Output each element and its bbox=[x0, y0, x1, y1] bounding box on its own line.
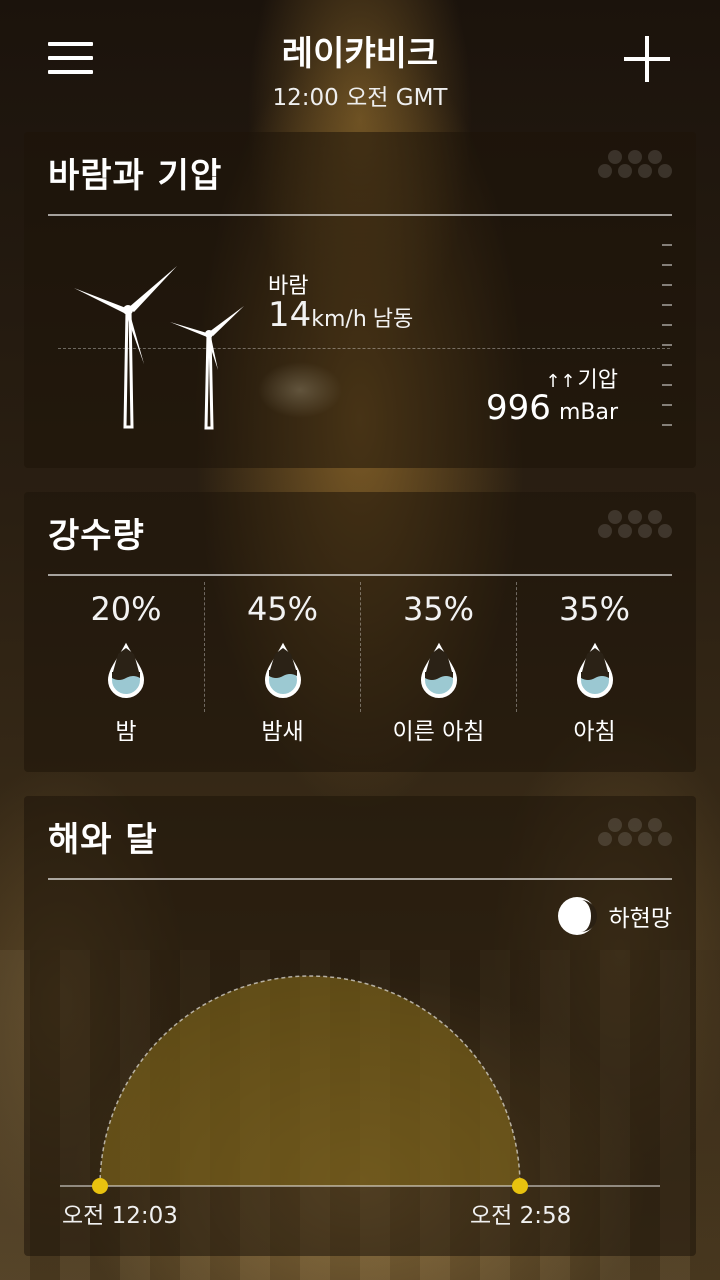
wind-turbine-icon bbox=[74, 266, 177, 429]
sunset-marker bbox=[512, 1178, 528, 1194]
wind-unit: km/h bbox=[311, 307, 367, 332]
pressure-unit: mBar bbox=[558, 400, 618, 425]
app-header: 레이캬비크 12:00 오전 GMT bbox=[0, 0, 720, 120]
pressure-gauge bbox=[662, 244, 672, 430]
precip-period: 35% 이른 아침 bbox=[360, 582, 516, 745]
water-drop-icon bbox=[264, 642, 302, 698]
card-title: 바람과 기압 bbox=[48, 156, 223, 196]
wind-value: 14km/h 남동 bbox=[268, 295, 413, 335]
card-title: 강수량 bbox=[48, 516, 145, 556]
precip-period-label: 밤새 bbox=[261, 719, 304, 745]
pressure-value-row: 996 mBar bbox=[486, 388, 618, 428]
drag-handle-icon[interactable] bbox=[598, 150, 672, 188]
drag-handle-icon[interactable] bbox=[598, 510, 672, 548]
precipitation-periods: 20% 밤 45% 밤새 35% 이른 아침 35% 아침 bbox=[48, 582, 672, 745]
sunrise-time: 오전 12:03 bbox=[62, 1203, 178, 1229]
local-time: 12:00 오전 GMT bbox=[272, 85, 448, 111]
precip-period-label: 이른 아침 bbox=[392, 719, 485, 745]
city-name[interactable]: 레이캬비크 bbox=[0, 26, 720, 75]
precip-percent: 45% bbox=[246, 590, 319, 628]
card-divider bbox=[48, 214, 672, 216]
precip-period-label: 밤 bbox=[115, 719, 137, 745]
precip-percent: 35% bbox=[402, 590, 475, 628]
sunset-time: 오전 2:58 bbox=[470, 1203, 572, 1229]
wind-speed: 14 bbox=[268, 295, 312, 335]
precip-period: 20% 밤 bbox=[48, 582, 204, 745]
precip-percent: 20% bbox=[90, 590, 162, 628]
precip-period: 35% 아침 bbox=[516, 582, 672, 745]
precip-percent: 35% bbox=[558, 590, 631, 628]
water-drop-icon bbox=[107, 642, 145, 698]
add-location-button[interactable] bbox=[624, 36, 670, 82]
card-divider bbox=[48, 574, 672, 576]
precip-period-label: 아침 bbox=[573, 719, 616, 745]
precip-period: 45% 밤새 bbox=[204, 582, 360, 745]
wind-pressure-card: 바람과 기압 바람 14km/h 남동 ↑↑기압 996 mBar bbox=[24, 132, 696, 468]
sun-path-chart bbox=[60, 975, 660, 1194]
pressure-value: 996 bbox=[486, 388, 551, 428]
water-drop-icon bbox=[420, 642, 458, 698]
wind-direction: 남동 bbox=[372, 307, 414, 332]
sunrise-marker bbox=[92, 1178, 108, 1194]
wind-turbine-icon bbox=[170, 306, 244, 430]
precipitation-card: 강수량 20% 밤 45% 밤새 35% 이른 아침 35% 아침 bbox=[24, 492, 696, 772]
sun-moon-card: 해와 달 하현망 오전 12:03 오전 2:58 bbox=[24, 796, 696, 1256]
water-drop-icon bbox=[576, 642, 614, 698]
